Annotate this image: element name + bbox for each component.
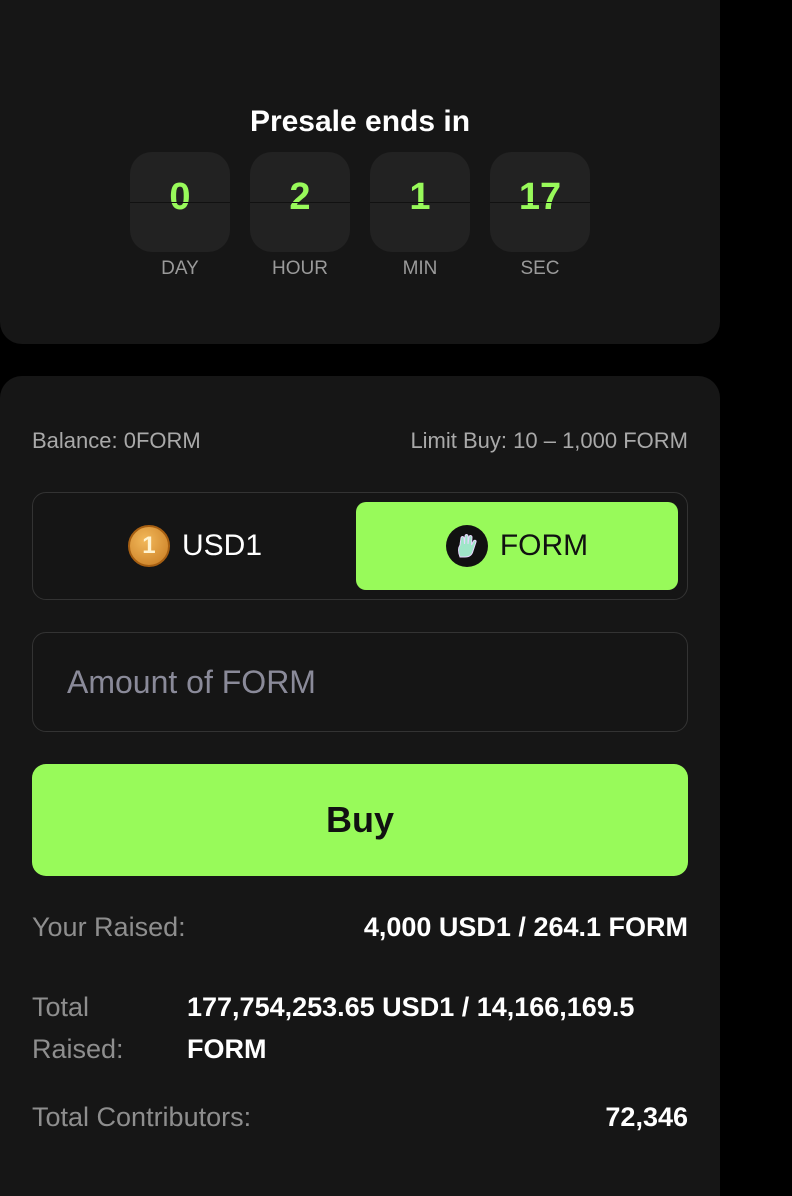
total-contributors-label: Total Contributors:: [32, 1102, 252, 1132]
seconds-label: SEC: [520, 258, 560, 279]
amount-input[interactable]: [32, 632, 688, 732]
seconds-box: 17: [490, 152, 590, 252]
limit-buy-text: Limit Buy: 10 – 1,000 FORM: [410, 428, 688, 453]
total-contributors-value: 72,346: [605, 1102, 688, 1132]
total-raised-value: 177,754,253.65 USD1 / 14,166,169.5 FORM: [187, 992, 635, 1064]
currency-toggle: 1 USD1 FORM: [32, 492, 688, 600]
currency-option-label: USD1: [181, 529, 263, 562]
flip-divider: [130, 202, 230, 203]
minutes-label: MIN: [402, 258, 438, 279]
form-token-icon: [445, 525, 488, 567]
total-raised-label: Total Raised:: [32, 992, 124, 1064]
flip-divider: [370, 202, 470, 203]
days-value: 0: [169, 176, 191, 218]
usd1-coin-icon: 1: [127, 525, 170, 567]
currency-option-form[interactable]: FORM: [356, 502, 678, 590]
countdown-title: Presale ends in: [249, 105, 471, 138]
seconds-value: 17: [518, 176, 562, 218]
flip-divider: [490, 202, 590, 203]
currency-option-label: FORM: [499, 529, 589, 562]
minutes-box: 1: [370, 152, 470, 252]
hours-value: 2: [289, 176, 311, 218]
balance-text: Balance: 0FORM: [32, 428, 201, 453]
buy-button[interactable]: Buy: [32, 764, 688, 876]
hours-label: HOUR: [272, 258, 328, 279]
currency-option-usd1[interactable]: 1 USD1: [34, 502, 356, 590]
presale-countdown-panel: [0, 0, 720, 344]
flip-divider: [250, 202, 350, 203]
hours-box: 2: [250, 152, 350, 252]
days-box: 0: [130, 152, 230, 252]
minutes-value: 1: [409, 176, 431, 218]
your-raised-label: Your Raised:: [32, 912, 186, 942]
your-raised-value: 4,000 USD1 / 264.1 FORM: [363, 912, 688, 942]
days-label: DAY: [161, 258, 199, 279]
